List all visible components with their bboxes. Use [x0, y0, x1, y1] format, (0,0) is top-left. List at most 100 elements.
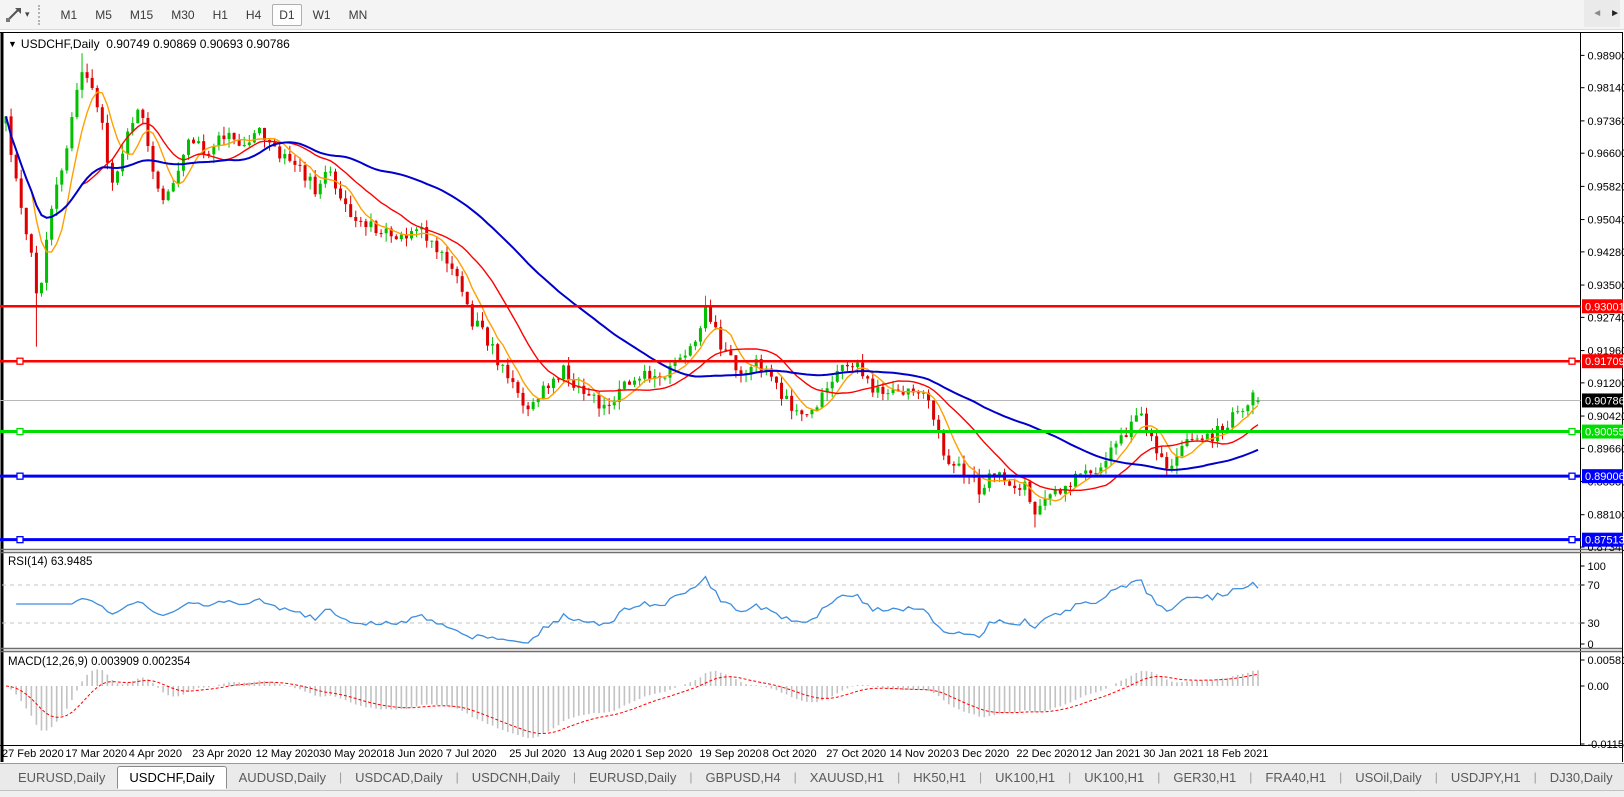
timeframe-button-M1[interactable]: M1	[54, 4, 85, 26]
svg-text:0.89006: 0.89006	[1585, 471, 1624, 483]
date-label: 8 Oct 2020	[762, 748, 817, 760]
date-label: 7 Jul 2020	[445, 748, 497, 760]
chart-title: ▼ USDCHF,Daily 0.90749 0.90869 0.90693 0.…	[8, 37, 290, 51]
dropdown-arrow-icon: ▾	[25, 9, 30, 19]
line-end-marker[interactable]	[16, 357, 24, 365]
chart-tab-eurusd-daily[interactable]: EURUSD,Daily	[577, 766, 688, 789]
line-end-marker[interactable]	[1568, 357, 1576, 365]
price-tick-label: 0.95040	[1588, 215, 1624, 227]
timeframe-button-MN[interactable]: MN	[342, 4, 375, 26]
date-label: 18 Feb 2021	[1206, 748, 1269, 760]
cursor-tool-button[interactable]: ▾	[3, 3, 32, 27]
svg-text:0.91709: 0.91709	[1585, 356, 1624, 368]
chart-tab-eurusd-daily[interactable]: EURUSD,Daily	[6, 766, 117, 789]
time-axis[interactable]: 27 Feb 2020 17 Mar 2020 4 Apr 2020 23 Apr 2…	[0, 747, 1580, 762]
price-tick-label: 0.96600	[1588, 148, 1624, 160]
svg-text:0.93001: 0.93001	[1585, 301, 1624, 313]
tab-separator: |	[1249, 770, 1253, 784]
collapse-triangle-icon[interactable]: ▼	[8, 39, 17, 49]
timeframe-button-M15[interactable]: M15	[123, 4, 160, 26]
tab-separator: |	[979, 770, 983, 784]
date-label: 19 Sep 2020	[699, 748, 762, 760]
price-tick-label: 0.89660	[1588, 443, 1624, 455]
rsi-indicator-label: RSI(14) 63.9485	[8, 556, 93, 568]
chart-tab-audusd-daily[interactable]: AUDUSD,Daily	[227, 766, 338, 789]
price-tick-label: 0.88100	[1588, 510, 1624, 522]
chart-tab-usdjpy-h1[interactable]: USDJPY,H1	[1439, 766, 1533, 789]
date-label: 23 Apr 2020	[192, 748, 252, 760]
chart-tab-usdcnh-daily[interactable]: USDCNH,Daily	[460, 766, 572, 789]
tab-separator: |	[689, 770, 693, 784]
timeframe-button-M30[interactable]: M30	[164, 4, 201, 26]
timeframe-button-W1[interactable]: W1	[306, 4, 338, 26]
timeframe-button-H1[interactable]: H1	[206, 4, 235, 26]
tab-separator: |	[572, 770, 576, 784]
rsi-tick-label: 30	[1588, 618, 1600, 630]
date-label: 27 Oct 2020	[826, 748, 887, 760]
line-end-marker[interactable]	[16, 536, 24, 544]
tab-separator: |	[339, 770, 343, 784]
date-label: 30 Jan 2021	[1143, 748, 1204, 760]
line-end-marker[interactable]	[1568, 536, 1576, 544]
tab-separator: |	[1157, 770, 1161, 784]
tab-separator: |	[1068, 770, 1072, 784]
tab-separator: |	[793, 770, 797, 784]
chart-tab-fra40-h1[interactable]: FRA40,H1	[1253, 766, 1338, 789]
price-tick-label: 0.93500	[1588, 280, 1624, 292]
tab-scroll-buttons: ◄ ►	[1584, 0, 1620, 27]
date-label: 4 Apr 2020	[128, 748, 183, 760]
timeframe-toolbar: ▾ M1 M5 M15 M30 H1 H4 D1 W1 MN	[0, 0, 1624, 30]
date-label: 18 Jun 2020	[382, 748, 443, 760]
chart-tab-xauusd-h1[interactable]: XAUUSD,H1	[798, 766, 896, 789]
chart-tab-gbpusd-h4[interactable]: GBPUSD,H4	[693, 766, 792, 789]
svg-text:0.90786: 0.90786	[1585, 395, 1624, 407]
macd-tick-label: 0.005818	[1588, 655, 1624, 667]
tab-separator: |	[455, 770, 459, 784]
date-label: 27 Feb 2020	[2, 748, 64, 760]
price-tick-label: 0.94280	[1588, 247, 1624, 259]
chart-title-ohlc: 0.90749 0.90869 0.90693 0.90786	[106, 37, 290, 51]
chart-title-symbol: USDCHF,Daily	[20, 37, 100, 51]
status-strip	[0, 790, 1624, 797]
price-chart-svg[interactable]: 0.98900 0.98140 0.97360 0.96600 0.95820 0.950…	[0, 0, 1624, 763]
price-tick-label: 0.90420	[1588, 411, 1624, 423]
date-label: 3 Dec 2020	[953, 748, 1010, 760]
date-label: 22 Dec 2020	[1016, 748, 1079, 760]
chart-tab-dj30-daily[interactable]: DJ30,Daily	[1538, 766, 1624, 789]
tab-separator: |	[1533, 770, 1537, 784]
chart-tab-usoil-daily[interactable]: USOil,Daily	[1343, 766, 1433, 789]
timeframe-button-H4[interactable]: H4	[239, 4, 268, 26]
line-end-marker[interactable]	[16, 427, 24, 436]
chart-tab-usdcad-daily[interactable]: USDCAD,Daily	[343, 766, 454, 789]
tab-scroll-right-icon[interactable]: ►	[1610, 8, 1620, 19]
line-draw-icon	[6, 7, 21, 22]
date-label: 14 Nov 2020	[889, 748, 952, 760]
tab-scroll-left-icon[interactable]: ◄	[1592, 8, 1602, 19]
line-end-marker[interactable]	[1568, 472, 1576, 480]
line-end-marker[interactable]	[16, 472, 24, 480]
macd-tick-label: 0.00	[1588, 681, 1609, 693]
chart-tab-hk50-h1[interactable]: HK50,H1	[901, 766, 978, 789]
rsi-tick-label: 0	[1588, 639, 1594, 651]
timeframe-button-M5[interactable]: M5	[88, 4, 119, 26]
price-tick-label: 0.91200	[1588, 378, 1624, 390]
timeframe-button-D1[interactable]: D1	[272, 3, 302, 26]
price-tick-label: 0.95820	[1588, 181, 1624, 193]
macd-tick-label: -0.011514	[1588, 739, 1624, 751]
line-end-marker[interactable]	[1568, 427, 1576, 436]
toolbar-grip	[37, 4, 44, 25]
date-label: 25 Jul 2020	[509, 748, 567, 760]
price-tick-label: 0.98140	[1588, 83, 1624, 95]
chart-tab-uk100-h1[interactable]: UK100,H1	[1072, 766, 1156, 789]
date-label: 1 Sep 2020	[636, 748, 693, 760]
chart-tab-ger30-h1[interactable]: GER30,H1	[1161, 766, 1248, 789]
price-tick-label: 0.92740	[1588, 312, 1624, 324]
price-tick-label: 0.97360	[1588, 116, 1624, 128]
svg-text:0.90055: 0.90055	[1585, 427, 1624, 439]
chart-tab-uk100-h1[interactable]: UK100,H1	[983, 766, 1067, 789]
chart-tab-usdchf-daily[interactable]: USDCHF,Daily	[117, 765, 227, 789]
rsi-tick-label: 70	[1588, 580, 1600, 592]
tab-separator: |	[897, 770, 901, 784]
tab-separator: |	[1339, 770, 1343, 784]
price-tick-label: 0.98900	[1588, 50, 1624, 62]
